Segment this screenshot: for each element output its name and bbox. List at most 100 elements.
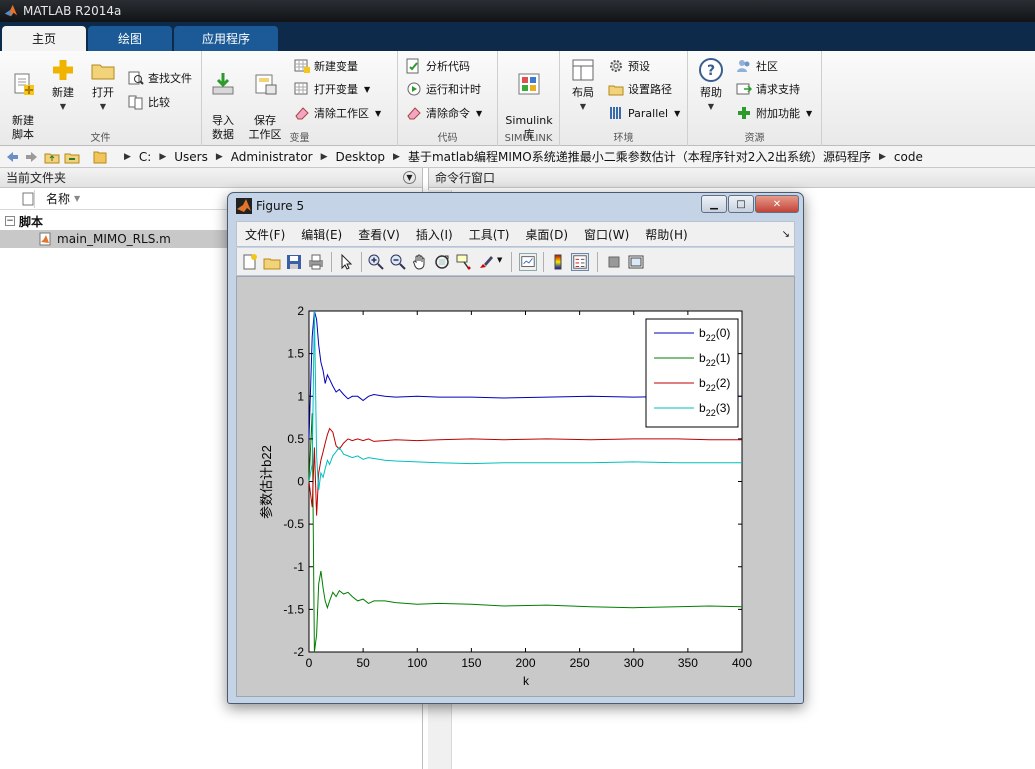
find-files-button[interactable]: 查找文件 (128, 68, 192, 88)
find-files-label: 查找文件 (148, 72, 192, 85)
menu-view[interactable]: 查看(V) (358, 226, 400, 243)
pointer-icon[interactable] (337, 253, 355, 271)
chevron-down-icon[interactable]: ▼ (497, 256, 502, 264)
plot-svg[interactable]: 0 50 100 150 200 250 300 350 400 -2 -1.5 -1 -0.5 0 0.… (237, 277, 794, 696)
collapse-icon[interactable]: − (5, 216, 15, 226)
dock-arrow-icon[interactable]: ↘ (782, 229, 790, 240)
figure-title-bar[interactable]: Figure 5 ▁ □ ✕ (228, 193, 803, 219)
data-cursor-icon[interactable] (455, 253, 473, 271)
clear-commands-label: 清除命令 (426, 107, 470, 120)
breadcrumb-item[interactable]: Users ▶ (174, 150, 223, 164)
preferences-button[interactable]: 预设 (608, 56, 650, 76)
hide-plot-tools-icon[interactable] (605, 253, 623, 271)
request-support-button[interactable]: 请求支持 (736, 79, 800, 99)
eraser-icon (407, 107, 421, 120)
new-button[interactable]: 新建 ▼ (42, 57, 84, 114)
community-button[interactable]: 社区 (736, 56, 778, 76)
link-plot-icon[interactable] (519, 253, 537, 271)
new-figure-icon[interactable] (241, 253, 259, 271)
open-variable-button[interactable]: 打开变量 ▼ (294, 79, 370, 99)
window-controls: ▁ □ ✕ (700, 195, 799, 213)
tab-home[interactable]: 主页 (2, 26, 86, 51)
rotate-3d-icon[interactable] (433, 253, 451, 271)
open-variable-label: 打开变量 (314, 83, 358, 96)
x-tick-label: 150 (461, 656, 481, 670)
chevron-down-icon: ▼ (59, 102, 67, 111)
clear-commands-button[interactable]: 清除命令 ▼ (406, 103, 482, 123)
parallel-button[interactable]: Parallel ▼ (608, 103, 680, 123)
maximize-button[interactable]: □ (728, 195, 754, 213)
y-tick-label: -0.5 (283, 517, 304, 531)
menu-desktop[interactable]: 桌面(D) (525, 226, 568, 243)
addons-button[interactable]: 附加功能 ▼ (736, 103, 812, 123)
set-path-label: 设置路径 (628, 83, 672, 96)
import-data-icon (212, 73, 234, 95)
x-tick-label: 400 (732, 656, 752, 670)
address-bar: ▶ C: ▶ Users ▶ Administrator ▶ Desktop ▶ 基于m… (0, 146, 1035, 168)
legend-icon[interactable] (571, 253, 589, 271)
show-plot-tools-icon[interactable] (627, 253, 645, 271)
group-label-resources: 资源 (744, 133, 765, 144)
figure-canvas[interactable]: 0 50 100 150 200 250 300 350 400 -2 -1.5 -1 -0.5 0 0.… (236, 276, 795, 697)
menu-help[interactable]: 帮助(H) (645, 226, 687, 243)
sort-down-icon[interactable]: ▼ (74, 194, 80, 203)
addons-plus-icon (738, 107, 750, 119)
minimize-button[interactable]: ▁ (701, 195, 727, 213)
breadcrumb-item[interactable]: Desktop ▶ (336, 150, 400, 164)
analyze-code-button[interactable]: 分析代码 (406, 56, 470, 76)
up-folder-icon[interactable] (44, 149, 60, 165)
clear-workspace-button[interactable]: 清除工作区 ▼ (294, 103, 381, 123)
breadcrumb-item[interactable]: code (894, 150, 923, 164)
figure-window[interactable]: Figure 5 ▁ □ ✕ 文件(F) 编辑(E) 查看(V) 插入(I) 工… (227, 192, 804, 704)
zoom-out-icon[interactable] (389, 253, 407, 271)
breadcrumb-item[interactable]: Administrator ▶ (231, 150, 328, 164)
name-column-header[interactable]: 名称 (46, 190, 70, 207)
ribbon-group-variable: 导入 数据 保存 工作区 新建变量 打开变量 ▼ 清除工作区 ▼ 变量 (202, 51, 398, 146)
forward-arrow-icon[interactable] (24, 149, 40, 165)
open-file-icon[interactable] (263, 253, 281, 271)
y-tick-label: -1.5 (283, 602, 304, 616)
new-variable-button[interactable]: 新建变量 (294, 56, 358, 76)
chevron-down-icon: ▼ (674, 108, 681, 118)
menu-edit[interactable]: 编辑(E) (301, 226, 342, 243)
breadcrumb-item[interactable]: 基于matlab编程MIMO系统递推最小二乘参数估计（本程序针对2入2出系统）源… (408, 148, 886, 165)
colorbar-icon[interactable] (549, 253, 567, 271)
set-path-button[interactable]: 设置路径 (608, 79, 672, 99)
save-icon[interactable] (285, 253, 303, 271)
panel-menu-icon[interactable]: ▼ (403, 171, 416, 184)
parallel-icon (610, 107, 621, 119)
run-time-icon (407, 82, 421, 96)
brush-icon[interactable] (477, 253, 495, 271)
tab-apps[interactable]: 应用程序 (174, 26, 278, 51)
tab-plots[interactable]: 绘图 (88, 26, 172, 51)
ribbon-tab-strip: 主页 绘图 应用程序 (0, 22, 1035, 51)
y-tick-label: 1 (297, 389, 304, 403)
new-variable-icon (294, 59, 310, 73)
back-arrow-icon[interactable] (4, 149, 20, 165)
breadcrumb-item[interactable]: C: ▶ (139, 150, 166, 164)
compare-button[interactable]: 比较 (128, 92, 170, 112)
menu-insert[interactable]: 插入(I) (416, 226, 453, 243)
help-icon: ? (699, 58, 723, 82)
layout-button[interactable]: 布局 ▼ (562, 57, 604, 114)
x-tick-label: 250 (570, 656, 590, 670)
print-icon[interactable] (307, 253, 325, 271)
menu-tools[interactable]: 工具(T) (469, 226, 510, 243)
menu-window[interactable]: 窗口(W) (584, 226, 629, 243)
y-tick-label: -2 (293, 645, 304, 659)
ribbon-group-code: 分析代码 运行和计时 清除命令 ▼ 代码 (398, 51, 498, 146)
x-tick-label: 100 (407, 656, 427, 670)
menu-file[interactable]: 文件(F) (245, 226, 285, 243)
pan-hand-icon[interactable] (411, 253, 429, 271)
close-button[interactable]: ✕ (755, 195, 799, 213)
open-button[interactable]: 打开 ▼ (82, 57, 124, 114)
browse-folder-icon[interactable] (64, 149, 80, 165)
zoom-in-icon[interactable] (367, 253, 385, 271)
preferences-label: 预设 (628, 60, 650, 73)
legend[interactable]: b22(0)b22(1)b22(2)b22(3) (645, 318, 739, 428)
folder-icon (91, 64, 115, 80)
matlab-logo-icon (4, 4, 18, 17)
simulink-library-button[interactable]: Simulink 库 (504, 57, 554, 142)
help-button[interactable]: ? 帮助 ▼ (690, 57, 732, 114)
run-time-button[interactable]: 运行和计时 (406, 79, 481, 99)
